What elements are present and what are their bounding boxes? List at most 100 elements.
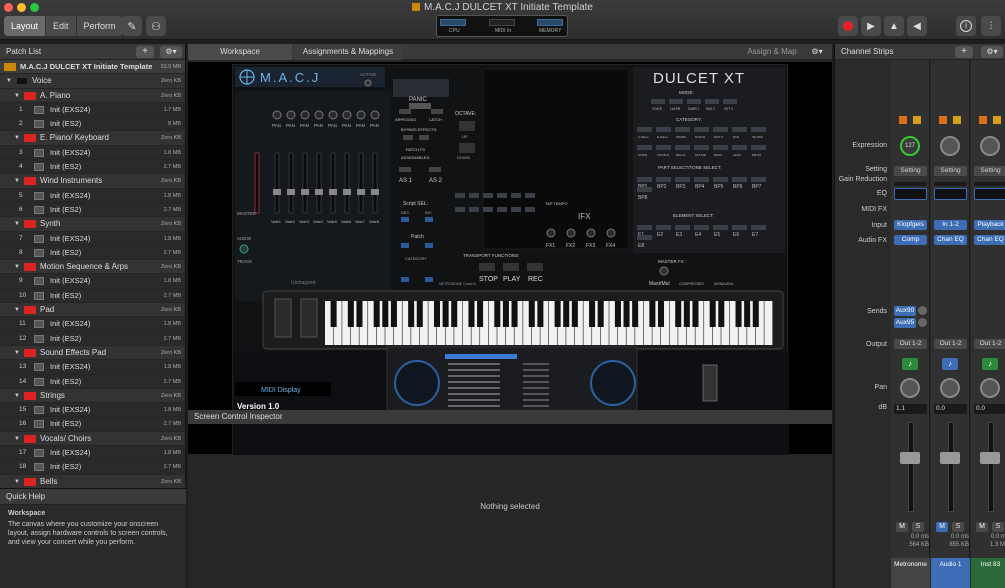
workspace-settings-button[interactable]: ⚙▾: [806, 44, 828, 60]
arpeggio-button[interactable]: [399, 109, 411, 114]
volume-fader[interactable]: [343, 189, 351, 195]
disclosure-triangle-icon[interactable]: ▼: [14, 432, 20, 446]
record-button[interactable]: [838, 16, 858, 36]
black-key[interactable]: [563, 301, 570, 327]
sequence-button[interactable]: [469, 193, 479, 198]
black-key[interactable]: [494, 301, 501, 327]
instrument-button[interactable]: [637, 145, 652, 150]
instrument-button[interactable]: [705, 99, 719, 104]
black-key[interactable]: [683, 301, 690, 327]
mod-wheel[interactable]: [300, 298, 318, 338]
disclosure-triangle-icon[interactable]: ▼: [14, 260, 20, 274]
black-key[interactable]: [537, 301, 544, 327]
instrument-button[interactable]: [713, 225, 728, 230]
expression-knob[interactable]: [980, 136, 1000, 156]
pan-knob[interactable]: [900, 378, 920, 398]
black-key[interactable]: [709, 301, 716, 327]
input-slot[interactable]: Playback: [974, 220, 1005, 230]
tuner-button[interactable]: ⚇: [146, 16, 166, 36]
instrument-button[interactable]: [694, 127, 709, 132]
volume-fader[interactable]: [273, 189, 281, 195]
sequence-button[interactable]: [497, 193, 507, 198]
sequence-button[interactable]: [483, 193, 493, 198]
setting-slot[interactable]: Setting: [934, 166, 967, 176]
black-key[interactable]: [390, 301, 397, 327]
disclosure-triangle-icon[interactable]: ▼: [14, 475, 20, 489]
add-patch-button[interactable]: +: [136, 46, 154, 58]
patch-row[interactable]: 16 Init (ES2) 2.7 MB: [0, 417, 185, 432]
input-slot[interactable]: Klopfgeis: [894, 220, 927, 230]
patch-set-row[interactable]: ▼ Voice Zero KB: [0, 74, 185, 89]
octave-down-button[interactable]: [459, 143, 475, 153]
play-transport-button[interactable]: [503, 263, 519, 271]
patch-row[interactable]: 9 Init (EXS24) 1.8 MB: [0, 274, 185, 289]
patch-set-row[interactable]: ▼ Wind Instruments Zero KB: [0, 174, 185, 189]
instrument-button[interactable]: [694, 225, 709, 230]
instrument-button[interactable]: [723, 99, 737, 104]
patch-row[interactable]: 4 Init (ES2) 2.7 MB: [0, 160, 185, 175]
audio-fx-slot[interactable]: Chan EQ: [974, 235, 1005, 245]
channel-settings-button[interactable]: ⚙▾: [981, 46, 1003, 58]
sequence-button[interactable]: [511, 193, 521, 198]
disclosure-triangle-icon[interactable]: ▼: [14, 174, 20, 188]
black-key[interactable]: [382, 301, 389, 327]
as2-button[interactable]: [429, 167, 441, 172]
sequence-button[interactable]: [469, 207, 479, 212]
patch-row[interactable]: 14 Init (ES2) 2.7 MB: [0, 375, 185, 389]
disclosure-triangle-icon[interactable]: ▼: [14, 389, 20, 403]
instrument-button[interactable]: [694, 145, 709, 150]
send-slot[interactable]: Aux95: [894, 318, 916, 328]
black-key[interactable]: [623, 301, 630, 327]
rec-button[interactable]: [527, 263, 543, 271]
patch-set-row[interactable]: ▼ Vocals/ Choirs Zero KB: [0, 431, 185, 447]
eq-thumbnail[interactable]: [974, 188, 1005, 200]
black-key[interactable]: [649, 301, 656, 327]
pan-knob[interactable]: [342, 110, 352, 120]
patch-set-row[interactable]: ▼ E. Piano/ Keyboard Zero KB: [0, 131, 185, 146]
black-key[interactable]: [752, 301, 759, 327]
patch-set-row[interactable]: ▼ Motion Sequence & Arps Zero KB: [0, 260, 185, 275]
instrument-button[interactable]: [656, 127, 671, 132]
as1-button[interactable]: [399, 167, 411, 172]
speaker-button[interactable]: ◀: [907, 16, 927, 36]
instrument-button[interactable]: [637, 127, 652, 132]
patch-set-row[interactable]: ▼ Bells Zero KB: [0, 474, 185, 489]
black-key[interactable]: [433, 301, 441, 327]
volume-fader[interactable]: [301, 189, 309, 195]
fx-knob[interactable]: [586, 228, 596, 238]
bypass-button-2[interactable]: [419, 135, 429, 140]
volume-fader[interactable]: [980, 452, 1000, 464]
instrument-button[interactable]: [713, 145, 728, 150]
volume-fader[interactable]: [940, 452, 960, 464]
assign-map-button[interactable]: Assign & Map: [740, 44, 804, 60]
pan-knob[interactable]: [314, 110, 324, 120]
perform-mode-button[interactable]: Perform: [77, 16, 123, 36]
patch-set-row[interactable]: ▼ A. Piano Zero KB: [0, 88, 185, 103]
volume-fader[interactable]: [357, 189, 365, 195]
instrument-button[interactable]: [637, 187, 652, 192]
patch-row[interactable]: 10 Init (ES2) 2.7 MB: [0, 289, 185, 304]
instrument-button[interactable]: [637, 235, 652, 240]
instrument-button[interactable]: [637, 177, 652, 182]
instrument-button[interactable]: [713, 177, 728, 182]
black-key[interactable]: [571, 301, 578, 327]
instrument-button[interactable]: [669, 99, 683, 104]
solo-button[interactable]: S: [992, 522, 1004, 532]
volume-fader[interactable]: [287, 189, 295, 195]
instrument-button[interactable]: [651, 99, 665, 104]
send-slot[interactable]: Aux90: [894, 306, 916, 316]
send-level-knob[interactable]: [918, 306, 927, 315]
pan-knob[interactable]: [286, 110, 296, 120]
panic-button[interactable]: [409, 103, 431, 109]
black-key[interactable]: [477, 301, 484, 327]
disclosure-triangle-icon[interactable]: ▼: [6, 74, 12, 88]
audio-knob[interactable]: [239, 244, 249, 254]
black-key[interactable]: [502, 301, 509, 327]
instrument-button[interactable]: [675, 145, 690, 150]
expression-knob[interactable]: 127: [900, 136, 920, 156]
db-value[interactable]: 0.0: [934, 404, 967, 414]
mute-button[interactable]: M: [936, 522, 948, 532]
black-key[interactable]: [468, 301, 475, 327]
patch-dec-button[interactable]: [401, 243, 409, 248]
fx-knob[interactable]: [546, 228, 556, 238]
